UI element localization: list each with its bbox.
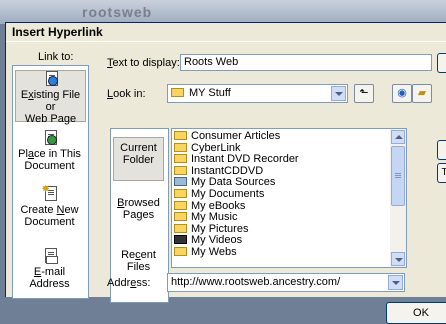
file-list-scrollbar[interactable] (390, 129, 406, 267)
up-folder-icon: ⬑ (359, 87, 369, 99)
existing-file-icon (43, 71, 59, 87)
insert-hyperlink-dialog: Insert Hyperlink Link to: Existing File … (5, 22, 446, 324)
link-to-create-new-document[interactable]: ✸ Create New Document (15, 184, 84, 228)
file-list-item[interactable]: My Pictures (174, 222, 249, 235)
link-to-label-line1: Existing File or (20, 89, 81, 113)
file-list-item-label: My Pictures (191, 222, 249, 235)
folder-icon (174, 189, 187, 198)
up-one-folder-button[interactable]: ⬑ (354, 84, 374, 103)
file-list-item[interactable]: CyberLink (174, 141, 241, 154)
link-to-panel: Existing File or Web Page Place in This Do… (12, 65, 89, 299)
recent-files-label: Recent Files (121, 249, 156, 273)
file-list-item[interactable]: Consumer Articles (174, 131, 280, 142)
file-list-item[interactable]: My Videos (174, 235, 242, 246)
file-list-item-label: My Videos (191, 234, 243, 247)
file-list-item[interactable]: My eBooks (174, 199, 246, 212)
link-to-existing-file[interactable]: Existing File or Web Page (15, 70, 86, 125)
folder-icon (174, 212, 187, 222)
link-to-label-line2: Document (24, 160, 75, 172)
title-divider (6, 41, 446, 42)
file-list-item-label: InstantCDDVD (191, 164, 264, 177)
folder-icon (174, 165, 187, 175)
target-frame-button[interactable]: T (437, 163, 446, 183)
current-folder-button[interactable]: Current Folder (113, 137, 164, 181)
file-list-item-label: My Webs (191, 246, 237, 258)
address-label: Address: (107, 277, 151, 289)
place-in-document-icon (42, 130, 58, 146)
background-page-text: rootsweb (82, 4, 153, 20)
dialog-titlebar[interactable]: Insert Hyperlink (6, 23, 446, 41)
link-to-email-address[interactable]: E-mail Address (15, 248, 84, 290)
file-list-item-label: Instant DVD Recorder (191, 153, 299, 166)
dialog-title: Insert Hyperlink (12, 25, 103, 39)
file-list-item[interactable]: My Documents (174, 189, 264, 200)
link-to-label-line1: Place in This (18, 148, 81, 160)
look-in-value: MY Stuff (189, 87, 231, 99)
screentip-button[interactable] (437, 53, 446, 73)
scroll-down-icon[interactable] (391, 252, 405, 266)
file-list-item[interactable]: My Data Sources (174, 177, 275, 188)
file-list-item-label: My Documents (191, 188, 265, 200)
ok-button[interactable]: OK (386, 302, 446, 324)
folder-icon (174, 154, 187, 164)
folder-icon (171, 88, 184, 97)
address-value: http://www.rootsweb.ancestry.com/ (171, 276, 341, 288)
folder-icon (174, 142, 187, 152)
link-to-label-line1: E-mail Address (29, 266, 70, 290)
file-list-item[interactable]: Instant DVD Recorder (174, 154, 299, 165)
file-list-item-label: My Data Sources (191, 176, 276, 189)
look-in-select[interactable]: MY Stuff (167, 84, 348, 103)
email-icon (42, 248, 58, 264)
browsed-pages-line2: Pages (122, 209, 155, 221)
text-to-display-label: Text to display: (107, 57, 180, 69)
address-input[interactable]: http://www.rootsweb.ancestry.com/ (167, 273, 405, 292)
file-list-item-label: CyberLink (191, 141, 241, 154)
folder-icon (174, 200, 187, 210)
file-list-item[interactable]: My Music (174, 212, 237, 223)
file-list-item-label: My eBooks (191, 199, 246, 212)
file-list-item-label: Consumer Articles (191, 130, 281, 142)
scroll-up-icon[interactable] (391, 130, 405, 144)
recent-files-button[interactable]: Recent Files (113, 243, 164, 273)
file-list-item[interactable]: My Webs (174, 247, 237, 258)
text-to-display-input[interactable]: Roots Web (180, 54, 432, 71)
browse-file-button[interactable]: ▰ (412, 84, 432, 103)
link-to-label-line2: Document (24, 216, 75, 228)
file-list-item-label: My Music (191, 211, 238, 224)
search-web-icon: ◉ (397, 87, 407, 99)
file-list-item[interactable]: InstantCDDVD (174, 164, 264, 177)
folder-icon (174, 223, 187, 233)
open-folder-icon: ▰ (417, 87, 427, 99)
file-list[interactable]: Consumer Articles CyberLink Instant DVD Re… (171, 128, 407, 268)
link-to-label: Link to: (38, 51, 74, 63)
scroll-thumb[interactable] (391, 146, 405, 206)
folder-icon (174, 247, 187, 256)
browsed-pages-button[interactable]: Browsed Pages (113, 189, 164, 229)
chevron-down-icon[interactable] (388, 275, 403, 290)
current-folder-line1: Current (120, 142, 157, 154)
background-window-strip: rootsweb (0, 0, 446, 24)
data-source-icon (174, 177, 187, 187)
new-document-icon: ✸ (42, 184, 58, 202)
link-to-place-in-document[interactable]: Place in This Document (15, 130, 84, 172)
link-to-label-line1: Create New (20, 204, 79, 216)
folder-icon (174, 131, 187, 140)
browse-web-button[interactable]: ◉ (392, 84, 412, 103)
chevron-down-icon[interactable] (331, 86, 346, 101)
current-folder-line2: Folder (122, 154, 155, 166)
bookmark-button[interactable] (437, 140, 446, 160)
browsed-pages-line1: Browsed (117, 197, 160, 209)
look-in-label: Look in: (107, 88, 146, 100)
video-folder-icon (174, 235, 187, 245)
link-to-label-line2: Web Page (24, 113, 77, 125)
